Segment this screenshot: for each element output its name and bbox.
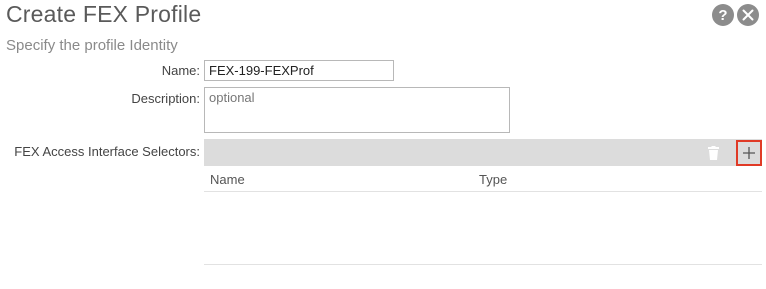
svg-text:?: ? — [718, 7, 727, 24]
name-input[interactable] — [204, 60, 394, 81]
trash-icon[interactable] — [707, 146, 720, 160]
table-header-divider — [204, 191, 762, 192]
column-header-type[interactable]: Type — [479, 172, 507, 187]
help-icon[interactable]: ? — [712, 4, 734, 26]
description-input[interactable] — [204, 87, 510, 133]
plus-icon — [743, 147, 755, 159]
close-icon[interactable] — [737, 4, 759, 26]
name-label: Name: — [161, 63, 200, 78]
section-subtitle: Specify the profile Identity — [6, 37, 178, 54]
table-bottom-divider — [204, 264, 762, 265]
header-icons: ? — [712, 4, 759, 26]
column-header-name[interactable]: Name — [210, 172, 245, 187]
description-label: Description: — [131, 91, 200, 106]
dialog-title: Create FEX Profile — [6, 1, 202, 27]
add-selector-button[interactable] — [736, 140, 762, 166]
selectors-toolbar — [204, 139, 762, 166]
selectors-label: FEX Access Interface Selectors: — [14, 144, 200, 159]
